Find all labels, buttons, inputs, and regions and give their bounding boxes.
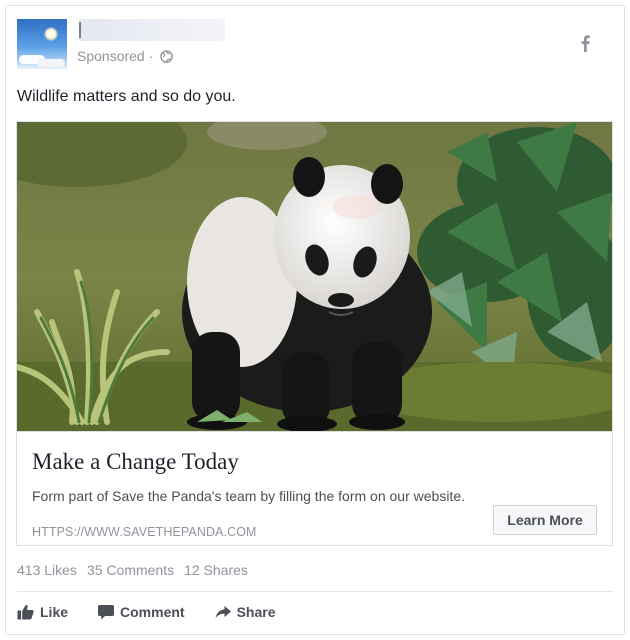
page-avatar[interactable]: [17, 19, 67, 69]
likes-count[interactable]: 413 Likes: [17, 562, 77, 578]
avatar-sun: [44, 27, 58, 41]
facebook-icon: [578, 34, 592, 52]
link-headline[interactable]: Make a Change Today: [32, 449, 239, 475]
sponsored-label[interactable]: Sponsored: [77, 48, 145, 64]
sponsored-post-card: Sponsored · Wildlife matters and so do y…: [5, 5, 625, 635]
avatar-cloud: [37, 59, 65, 67]
share-button[interactable]: Share: [215, 604, 276, 620]
globe-icon[interactable]: [160, 49, 174, 63]
speech-bubble-icon: [98, 604, 115, 620]
divider: [17, 591, 613, 592]
like-label: Like: [40, 604, 69, 620]
link-preview-info[interactable]: Make a Change Today Form part of Save th…: [17, 431, 612, 545]
post-text: Wildlife matters and so do you.: [17, 88, 236, 105]
thumbs-up-icon: [17, 604, 34, 620]
link-url[interactable]: HTTPS://WWW.SAVETHEPANDA.COM: [32, 525, 257, 539]
post-meta: Sponsored ·: [77, 48, 174, 64]
comments-count[interactable]: 35 Comments: [87, 562, 174, 578]
share-label: Share: [236, 604, 276, 620]
page-name-redacted[interactable]: [79, 19, 225, 41]
shares-count[interactable]: 12 Shares: [184, 562, 248, 578]
engagement-stats: 413 Likes 35 Comments 12 Shares: [17, 562, 248, 578]
learn-more-button[interactable]: Learn More: [493, 505, 597, 535]
attachment-image[interactable]: [17, 122, 612, 431]
share-arrow-icon: [215, 605, 231, 619]
link-description: Form part of Save the Panda's team by fi…: [32, 488, 465, 504]
meta-separator: ·: [148, 48, 154, 64]
post-actions: Like Comment Share: [17, 604, 276, 620]
like-button[interactable]: Like: [17, 604, 68, 620]
comment-label: Comment: [120, 604, 185, 620]
comment-button[interactable]: Comment: [98, 604, 185, 620]
link-attachment[interactable]: Make a Change Today Form part of Save th…: [16, 121, 613, 546]
